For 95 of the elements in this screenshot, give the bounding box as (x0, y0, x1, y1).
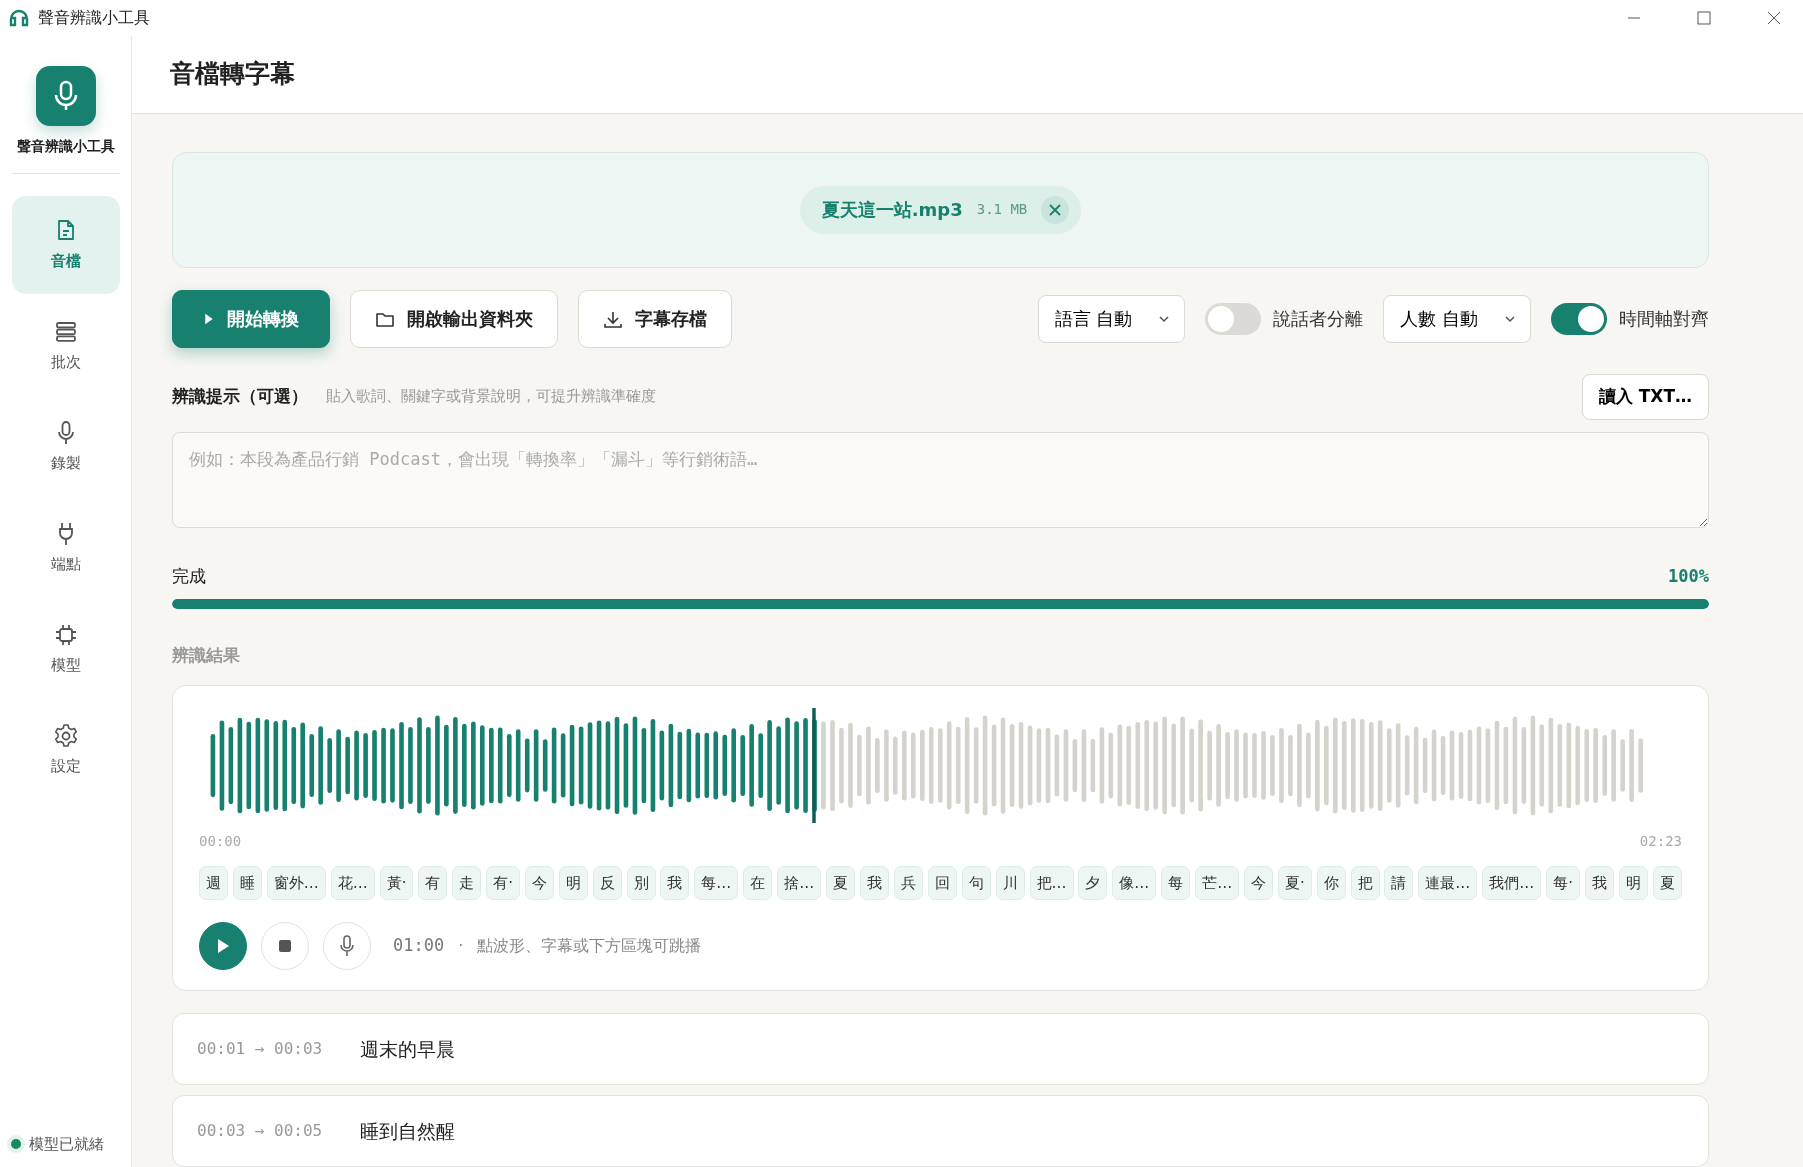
file-name: 夏天這一站.mp3 (821, 198, 963, 222)
subtitle-chip[interactable]: 今 (1244, 865, 1274, 900)
segment-time: 00:03 → 00:05 (197, 1120, 323, 1142)
subtitle-chip[interactable]: 明 (1618, 865, 1648, 900)
toggle-switch[interactable] (1551, 302, 1607, 335)
subtitle-chip[interactable]: 每 (1161, 865, 1191, 900)
subtitle-chip[interactable]: 每… (694, 865, 739, 900)
dropdown-select[interactable]: 人數 自動 (1383, 294, 1531, 343)
toggle-label: 時間軸對齊 (1619, 307, 1709, 331)
status-text: 模型已就緒 (28, 1133, 104, 1155)
subtitle-chip[interactable]: 在 (743, 865, 773, 900)
toggle-switch[interactable] (1205, 302, 1262, 335)
subtitle-chip[interactable]: 川 (995, 865, 1025, 900)
close-icon (1048, 202, 1063, 217)
sidebar-item[interactable]: 模型 (11, 600, 120, 698)
file-size: 3.1 MB (976, 200, 1028, 219)
subtitle-chip[interactable]: 黃· (379, 865, 414, 900)
chevron-down-icon (1158, 314, 1171, 323)
maximize-icon[interactable] (1697, 11, 1711, 25)
subtitle-chip[interactable]: 今 (524, 865, 554, 900)
subtitle-chip[interactable]: 走 (452, 865, 482, 900)
subtitle-chip[interactable]: 有· (486, 865, 520, 900)
subtitle-chip[interactable]: 我們… (1482, 865, 1542, 900)
sidebar-item[interactable]: 批次 (11, 297, 120, 395)
segment-text: 睡到自然醒 (360, 1118, 456, 1144)
open-folder-button[interactable]: 開啟輸出資料夾 (350, 289, 558, 348)
subtitle-chip[interactable]: 兵 (893, 865, 923, 900)
segment-text: 週末的早晨 (360, 1036, 456, 1062)
subtitle-chip[interactable]: 請 (1384, 865, 1414, 900)
subtitle-chip[interactable]: 我 (660, 865, 690, 900)
playback-time: 01:00 (393, 934, 445, 958)
hint-title: 辨識提示（可選） (172, 384, 308, 408)
progress-value: 100% (1668, 564, 1709, 588)
remove-file-button[interactable] (1041, 195, 1070, 224)
segment-card[interactable]: 00:01 → 00:03 週末的早晨 (172, 1013, 1709, 1085)
settings-icon (52, 722, 79, 749)
subtitle-chip[interactable]: 每· (1546, 865, 1580, 900)
hint-description: 貼入歌詞、關鍵字或背景說明，可提升辨識準確度 (326, 386, 656, 408)
play-button[interactable] (199, 922, 247, 970)
subtitle-chip[interactable]: 花… (330, 865, 375, 900)
separator-dot: · (458, 935, 464, 957)
toggle-label: 說話者分離 (1273, 307, 1364, 331)
save-subtitle-button[interactable]: 字幕存檔 (578, 289, 732, 348)
end-time: 02:23 (1639, 831, 1682, 851)
subtitle-chip[interactable]: 捨… (777, 865, 822, 900)
subtitle-chip[interactable]: 有 (418, 865, 448, 900)
sidebar-item[interactable]: 設定 (11, 701, 120, 799)
play-icon (216, 938, 230, 954)
app-name: 聲音辨識小工具 (16, 137, 115, 156)
subtitle-chip[interactable]: 芒… (1195, 865, 1240, 900)
sidebar-item[interactable]: 音檔 (11, 196, 120, 294)
subtitle-chip[interactable]: 像… (1112, 865, 1157, 900)
subtitle-chip[interactable]: 連最… (1418, 865, 1478, 900)
subtitle-chip[interactable]: 夏· (1277, 865, 1312, 900)
subtitle-chip[interactable]: 把… (1029, 865, 1074, 900)
start-button[interactable]: 開始轉換 (172, 289, 330, 348)
dropdown-select[interactable]: 語言 自動 (1037, 294, 1186, 343)
subtitle-chip[interactable]: 我 (859, 865, 889, 900)
player-help-text: 點波形、字幕或下方區塊可跳播 (477, 935, 702, 957)
subtitle-chip[interactable]: 睡 (232, 865, 262, 900)
window-title: 聲音辨識小工具 (38, 7, 150, 29)
subtitle-chip[interactable]: 回 (927, 865, 957, 900)
sidebar-item[interactable]: 端點 (11, 499, 120, 597)
sidebar-item[interactable]: 錄製 (11, 398, 120, 496)
app-logo (35, 66, 96, 126)
segment-card[interactable]: 00:03 → 00:05 睡到自然醒 (172, 1095, 1709, 1167)
subtitle-chip[interactable]: 反 (592, 865, 622, 900)
subtitle-chip[interactable]: 我 (1584, 865, 1614, 900)
segment-time: 00:01 → 00:03 (197, 1038, 323, 1060)
close-icon[interactable] (1767, 11, 1781, 25)
subtitle-chip[interactable]: 把 (1350, 865, 1380, 900)
start-time: 00:00 (199, 831, 242, 851)
subtitle-chip[interactable]: 夏 (1652, 865, 1682, 900)
waveform-drawing[interactable] (210, 715, 1643, 816)
microphone-icon (339, 935, 355, 957)
subtitle-chip[interactable]: 窗外… (266, 865, 326, 900)
page-title: 音檔轉字幕 (170, 59, 295, 90)
results-title: 辨識結果 (172, 644, 241, 667)
progress-label: 完成 (172, 564, 206, 588)
stop-button[interactable] (261, 922, 309, 970)
subtitle-chip[interactable]: 句 (961, 865, 991, 900)
subtitle-chip[interactable]: 夕 (1078, 865, 1108, 900)
file-drop-area[interactable]: 夏天這一站.mp3 3.1 MB (172, 151, 1709, 268)
subtitle-chip[interactable]: 別 (626, 865, 656, 900)
load-txt-button[interactable]: 讀入 TXT… (1581, 373, 1709, 420)
subtitle-chip[interactable]: 明 (558, 865, 588, 900)
microphone-button[interactable] (323, 922, 371, 970)
stop-icon (279, 940, 291, 952)
subtitle-chip[interactable]: 週 (199, 865, 228, 900)
chevron-down-icon (1504, 314, 1516, 323)
subtitle-chip[interactable]: 夏 (826, 865, 856, 900)
hint-input-field[interactable]: 例如：本段為產品行銷 Podcast，會出現「轉換率」「漏斗」等行銷術語… (172, 431, 1709, 528)
download-icon (603, 309, 623, 328)
app-icon (8, 7, 30, 29)
subtitle-chip[interactable]: 你 (1316, 865, 1346, 900)
